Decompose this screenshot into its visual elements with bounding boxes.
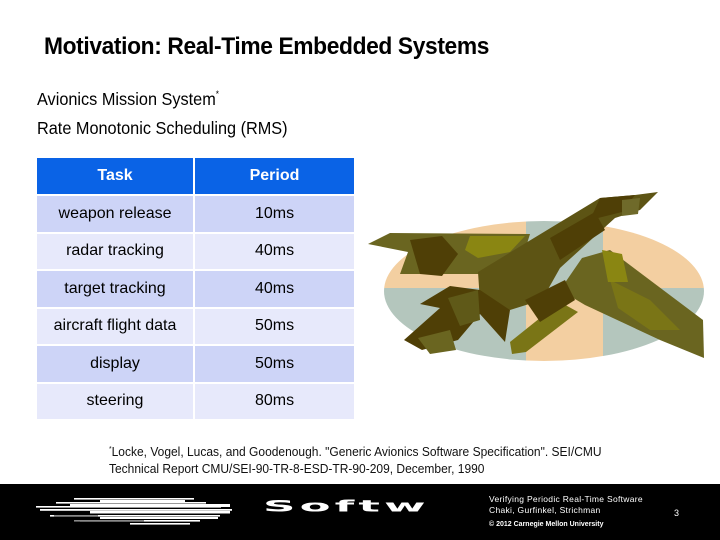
table-row: weapon release 10ms [37,196,354,234]
footer-info: Verifying Periodic Real-Time Software Ch… [489,494,643,530]
task-cell: steering [37,383,195,421]
citation-line-2: Technical Report CMU/SEI-90-TR-8-ESD-TR-… [109,462,485,476]
task-cell: aircraft flight data [37,308,195,346]
subtitle-text: Avionics Mission System [37,89,216,109]
citation-footnote: *Locke, Vogel, Lucas, and Goodenough. "G… [109,441,602,478]
fighter-jet-illustration [360,190,720,390]
slide-title: Motivation: Real-Time Embedded Systems [44,33,490,60]
task-cell: weapon release [37,196,195,234]
software-wordmark: Softw [263,498,430,516]
task-period-table: Task Period weapon release 10ms radar tr… [37,158,354,421]
period-cell: 40ms [195,271,354,309]
table-row: aircraft flight data 50ms [37,308,354,346]
authors: Chaki, Gurfinkel, Strichman [489,505,601,515]
citation-text: Locke, Vogel, Lucas, and Goodenough. "Ge… [111,445,602,459]
column-header-period: Period [195,158,354,196]
period-cell: 40ms [195,233,354,271]
period-cell: 50ms [195,308,354,346]
sei-striped-logo-icon [36,498,232,525]
task-cell: target tracking [37,271,195,309]
period-cell: 50ms [195,346,354,384]
subtitle-avionics: Avionics Mission System* [37,89,219,110]
page-number: 3 [674,508,680,518]
citation-line-1: *Locke, Vogel, Lucas, and Goodenough. "G… [109,441,602,461]
period-cell: 80ms [195,383,354,421]
talk-title: Verifying Periodic Real-Time Software [489,494,643,504]
footer-bar: Softw Verifying Periodic Real-Time Softw… [0,484,720,540]
fighter-jet-camouflage-icon [368,192,704,361]
task-cell: display [37,346,195,384]
table-header-row: Task Period [37,158,354,196]
table-row: radar tracking 40ms [37,233,354,271]
copyright: © 2012 Carnegie Mellon University [489,521,604,528]
table-row: target tracking 40ms [37,271,354,309]
table-row: steering 80ms [37,383,354,421]
subtitle-rms: Rate Monotonic Scheduling (RMS) [37,118,288,138]
task-cell: radar tracking [37,233,195,271]
footnote-marker: * [215,89,220,99]
period-cell: 10ms [195,196,354,234]
table-row: display 50ms [37,346,354,384]
column-header-task: Task [37,158,195,196]
